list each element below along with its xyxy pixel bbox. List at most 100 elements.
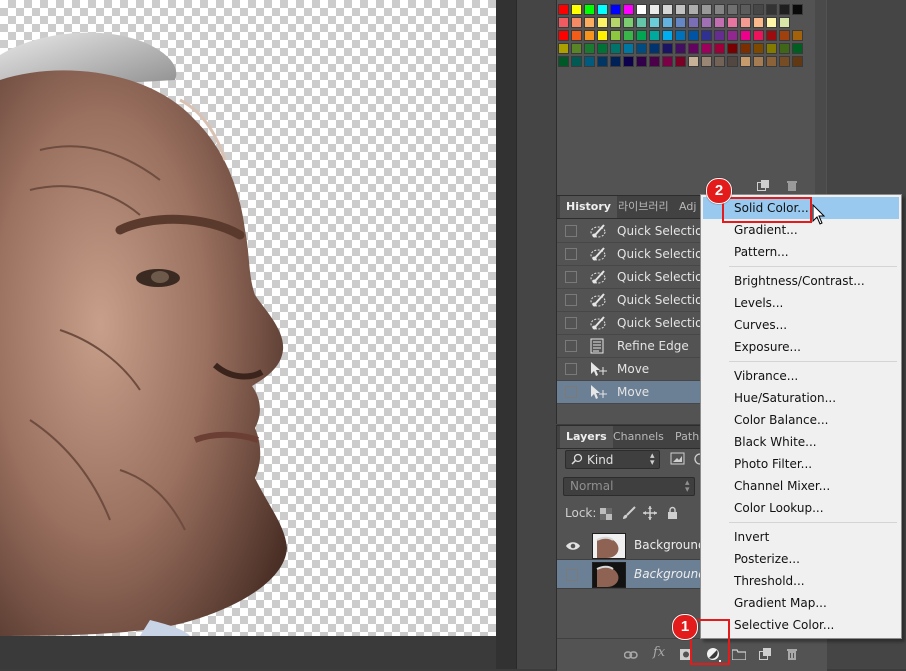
color-swatch[interactable]	[675, 30, 686, 41]
color-swatch[interactable]	[701, 30, 712, 41]
color-swatch[interactable]	[558, 17, 569, 28]
lock-image-pixels-icon[interactable]	[621, 506, 637, 523]
color-swatch[interactable]	[779, 43, 790, 54]
lock-all-icon[interactable]	[667, 506, 678, 523]
color-swatch[interactable]	[571, 43, 582, 54]
color-swatch[interactable]	[558, 43, 569, 54]
color-swatch[interactable]	[623, 43, 634, 54]
color-swatch[interactable]	[571, 4, 582, 15]
color-swatch[interactable]	[610, 43, 621, 54]
menu-item-gradient-map[interactable]: Gradient Map...	[703, 592, 899, 614]
color-swatch[interactable]	[636, 43, 647, 54]
color-swatch[interactable]	[597, 17, 608, 28]
visibility-toggle[interactable]	[566, 569, 578, 584]
eye-visibility-icon[interactable]	[566, 540, 580, 554]
color-swatch[interactable]	[584, 56, 595, 67]
color-swatch[interactable]	[610, 4, 621, 15]
color-swatch[interactable]	[636, 30, 647, 41]
color-swatch[interactable]	[701, 56, 712, 67]
color-swatch[interactable]	[597, 30, 608, 41]
tab-libraries[interactable]: 라이브러리	[612, 196, 675, 218]
menu-item-black-white[interactable]: Black White...	[703, 431, 899, 453]
history-snapshot-checkbox[interactable]	[565, 248, 577, 260]
color-swatch[interactable]	[688, 17, 699, 28]
history-snapshot-checkbox[interactable]	[565, 340, 577, 352]
color-swatch[interactable]	[649, 4, 660, 15]
delete-swatch-icon[interactable]	[786, 180, 798, 191]
color-swatch[interactable]	[766, 43, 777, 54]
color-swatch[interactable]	[701, 43, 712, 54]
color-swatch[interactable]	[779, 17, 790, 28]
menu-item-photo-filter[interactable]: Photo Filter...	[703, 453, 899, 475]
tab-history[interactable]: History	[560, 196, 617, 218]
color-swatch[interactable]	[675, 17, 686, 28]
new-group-folder-icon[interactable]	[731, 649, 747, 663]
color-swatch[interactable]	[701, 17, 712, 28]
color-swatch[interactable]	[753, 30, 764, 41]
color-swatch[interactable]	[766, 56, 777, 67]
menu-item-exposure[interactable]: Exposure...	[703, 336, 899, 358]
color-swatch[interactable]	[662, 4, 673, 15]
document-canvas[interactable]	[0, 0, 496, 636]
color-swatch[interactable]	[727, 43, 738, 54]
color-swatch[interactable]	[714, 17, 725, 28]
color-swatch[interactable]	[779, 56, 790, 67]
color-swatch[interactable]	[792, 43, 803, 54]
menu-item-color-lookup[interactable]: Color Lookup...	[703, 497, 899, 519]
layer-filter-select[interactable]: Kind ▴ ▾	[565, 450, 660, 469]
color-swatch[interactable]	[792, 30, 803, 41]
history-snapshot-checkbox[interactable]	[565, 317, 577, 329]
color-swatch[interactable]	[584, 17, 595, 28]
history-snapshot-checkbox[interactable]	[565, 363, 577, 375]
color-swatch[interactable]	[766, 17, 777, 28]
color-swatch[interactable]	[740, 56, 751, 67]
color-swatch[interactable]	[688, 43, 699, 54]
link-layers-icon[interactable]	[623, 649, 638, 663]
color-swatch[interactable]	[558, 4, 569, 15]
delete-layer-icon[interactable]	[786, 648, 798, 663]
menu-item-pattern[interactable]: Pattern...	[703, 241, 899, 263]
lock-position-icon[interactable]	[643, 506, 657, 523]
color-swatch[interactable]	[753, 56, 764, 67]
color-swatch[interactable]	[779, 4, 790, 15]
color-swatch[interactable]	[740, 43, 751, 54]
color-swatch[interactable]	[740, 17, 751, 28]
color-swatch[interactable]	[714, 43, 725, 54]
color-swatch[interactable]	[623, 30, 634, 41]
history-snapshot-checkbox[interactable]	[565, 225, 577, 237]
color-swatch[interactable]	[740, 30, 751, 41]
color-swatch[interactable]	[571, 30, 582, 41]
color-swatch[interactable]	[662, 56, 673, 67]
blend-mode-select[interactable]: Normal ▴ ▾	[563, 477, 695, 496]
color-swatch[interactable]	[688, 30, 699, 41]
color-swatch[interactable]	[727, 30, 738, 41]
color-swatch[interactable]	[714, 30, 725, 41]
layer-style-fx-icon[interactable]: fx	[653, 645, 665, 660]
lock-transparent-pixels-icon[interactable]	[600, 508, 612, 523]
color-swatch[interactable]	[623, 4, 634, 15]
menu-item-vibrance[interactable]: Vibrance...	[703, 365, 899, 387]
color-swatch[interactable]	[727, 17, 738, 28]
menu-item-posterize[interactable]: Posterize...	[703, 548, 899, 570]
tab-adjustments[interactable]: Adj	[673, 196, 702, 218]
color-swatch[interactable]	[610, 17, 621, 28]
color-swatch[interactable]	[558, 56, 569, 67]
color-swatch[interactable]	[714, 56, 725, 67]
color-swatch[interactable]	[792, 56, 803, 67]
color-swatch[interactable]	[571, 56, 582, 67]
color-swatch[interactable]	[701, 4, 712, 15]
new-layer-icon[interactable]	[759, 648, 771, 663]
color-swatch[interactable]	[636, 17, 647, 28]
color-swatch[interactable]	[597, 4, 608, 15]
color-swatch[interactable]	[766, 30, 777, 41]
swatches-scrollbar[interactable]	[815, 0, 826, 195]
color-swatch[interactable]	[779, 30, 790, 41]
color-swatch[interactable]	[649, 17, 660, 28]
color-swatch[interactable]	[636, 56, 647, 67]
color-swatch[interactable]	[649, 30, 660, 41]
color-swatch[interactable]	[584, 4, 595, 15]
color-swatch[interactable]	[662, 30, 673, 41]
history-snapshot-checkbox[interactable]	[565, 294, 577, 306]
color-swatch[interactable]	[584, 30, 595, 41]
color-swatch[interactable]	[662, 43, 673, 54]
